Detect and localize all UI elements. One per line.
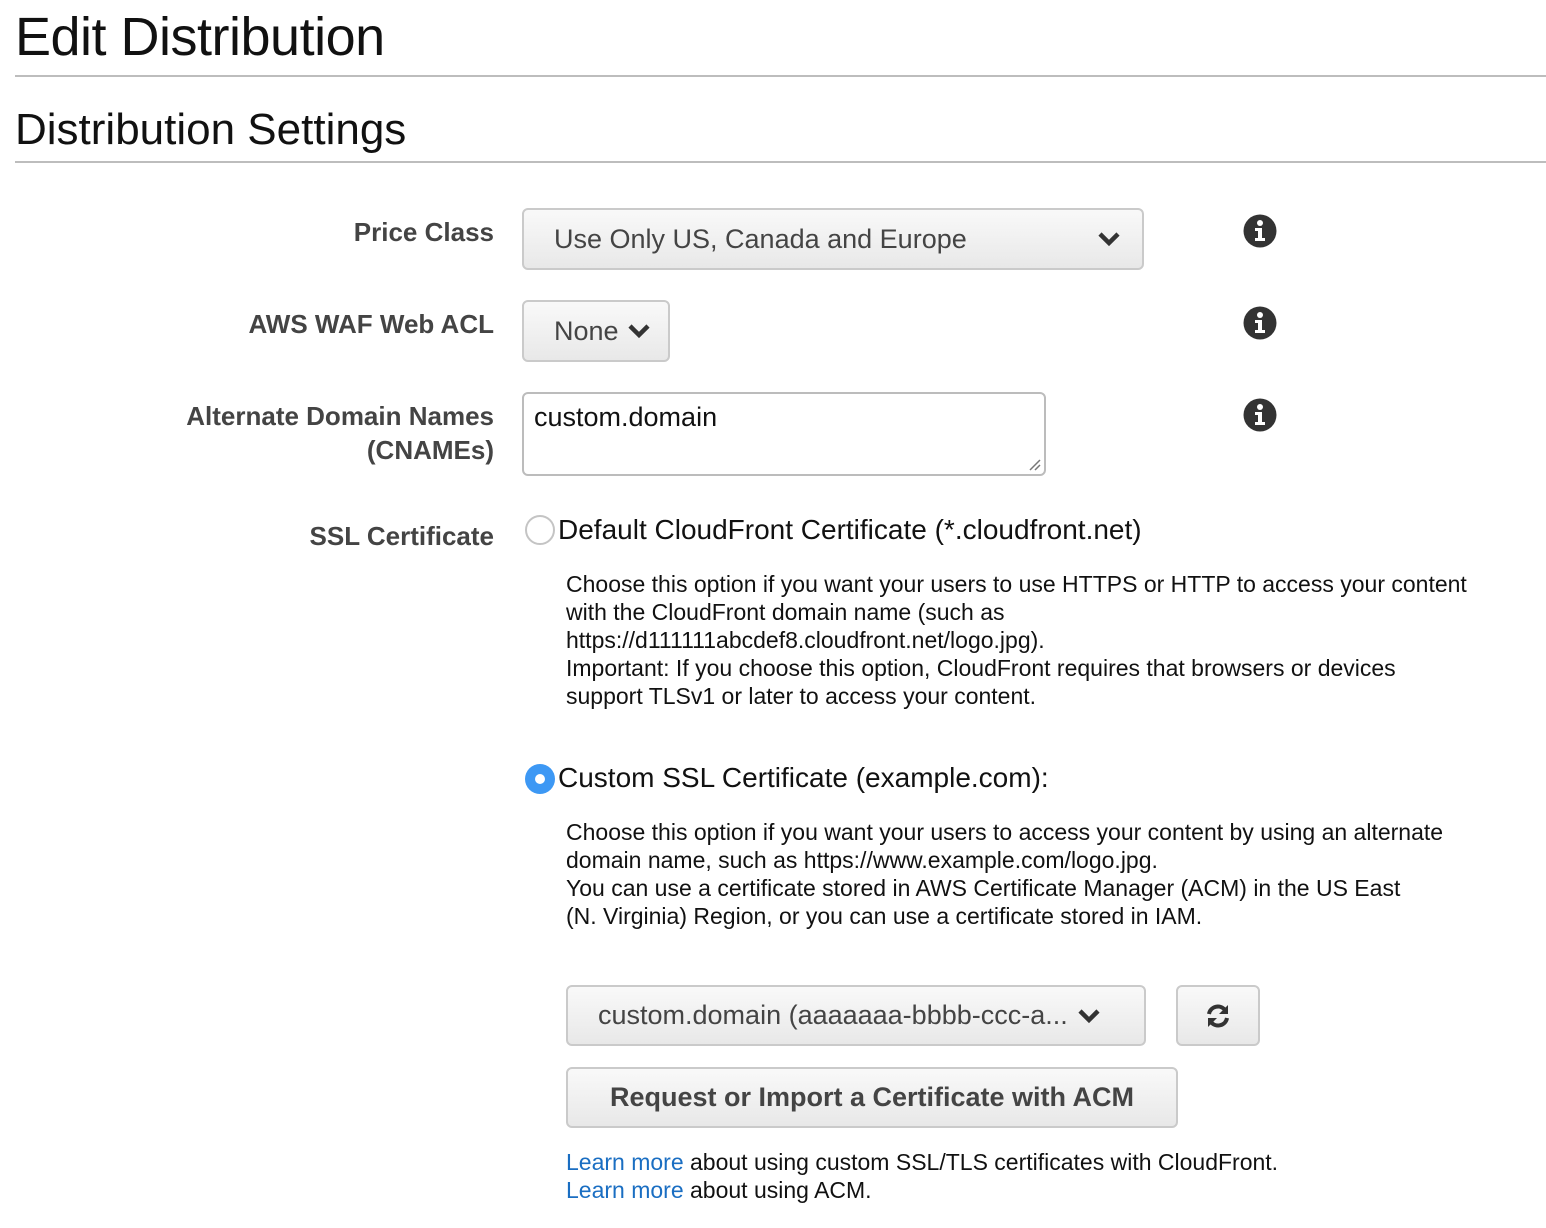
refresh-certificates-button[interactable] [1176, 985, 1260, 1046]
chevron-down-icon [628, 324, 650, 339]
description-line: Important: If you choose this option, Cl… [566, 655, 1396, 681]
price-class-label: Price Class [353, 217, 494, 247]
request-import-certificate-label: Request or Import a Certificate with ACM [609, 1082, 1135, 1112]
chevron-down-icon [1078, 1008, 1100, 1023]
waf-label: AWS WAF Web ACL [248, 309, 494, 339]
cnames-label-line2: (CNAMEs) [366, 435, 494, 465]
custom-certificate-description: Choose this option if you want your user… [566, 818, 1443, 930]
description-line: Choose this option if you want your user… [566, 571, 1467, 597]
refresh-icon [1207, 1004, 1229, 1027]
certificate-value: custom.domain (aaaaaaa-bbbb-ccc-a... [598, 1000, 1068, 1030]
learn-more-ssl-row: Learn more about using custom SSL/TLS ce… [566, 1148, 1278, 1176]
section-title: Distribution Settings [15, 105, 407, 154]
custom-certificate-radio[interactable] [525, 764, 555, 794]
default-certificate-radio[interactable] [525, 515, 555, 545]
default-certificate-description: Choose this option if you want your user… [566, 570, 1467, 710]
description-line: domain name, such as https://www.example… [566, 847, 1158, 873]
learn-more-acm-link[interactable]: Learn more [566, 1177, 684, 1203]
learn-more-ssl-link[interactable]: Learn more [566, 1149, 684, 1175]
description-line: support TLSv1 or later to access your co… [566, 683, 1037, 709]
request-import-certificate-button[interactable]: Request or Import a Certificate with ACM [566, 1067, 1178, 1128]
cnames-textarea[interactable]: custom.domain [522, 392, 1046, 476]
waf-select[interactable]: None [522, 300, 670, 362]
description-line: You can use a certificate stored in AWS … [566, 875, 1401, 901]
custom-certificate-option-label[interactable]: Custom SSL Certificate (example.com): [558, 761, 1049, 795]
learn-more-acm-row: Learn more about using ACM. [566, 1176, 1278, 1204]
certificate-select[interactable]: custom.domain (aaaaaaa-bbbb-ccc-a... [566, 985, 1146, 1046]
resize-grip-icon[interactable] [1027, 457, 1041, 471]
default-certificate-option-label[interactable]: Default CloudFront Certificate (*.cloudf… [558, 513, 1142, 547]
description-line: (N. Virginia) Region, or you can use a c… [566, 903, 1203, 929]
learn-more-acm-text: about using ACM. [683, 1177, 872, 1203]
ssl-certificate-label: SSL Certificate [309, 521, 494, 551]
description-line: https://d111111abcdef8.cloudfront.net/lo… [566, 627, 1045, 653]
price-class-select[interactable]: Use Only US, Canada and Europe [522, 208, 1144, 270]
info-icon[interactable] [1243, 214, 1277, 248]
learn-more-section: Learn more about using custom SSL/TLS ce… [566, 1148, 1278, 1204]
info-icon[interactable] [1243, 398, 1277, 432]
price-class-value: Use Only US, Canada and Europe [554, 223, 967, 254]
page-title: Edit Distribution [15, 7, 385, 67]
cnames-value: custom.domain [534, 402, 718, 432]
title-divider [15, 75, 1546, 77]
chevron-down-icon [1098, 232, 1120, 247]
learn-more-ssl-text: about using custom SSL/TLS certificates … [683, 1149, 1279, 1175]
description-line: with the CloudFront domain name (such as [566, 599, 1005, 625]
cnames-label: Alternate Domain Names (CNAMEs) [186, 399, 494, 467]
cnames-label-line1: Alternate Domain Names [186, 401, 494, 431]
section-divider [15, 161, 1546, 163]
waf-value: None [554, 315, 619, 346]
description-line: Choose this option if you want your user… [566, 819, 1444, 845]
info-icon[interactable] [1243, 306, 1277, 340]
